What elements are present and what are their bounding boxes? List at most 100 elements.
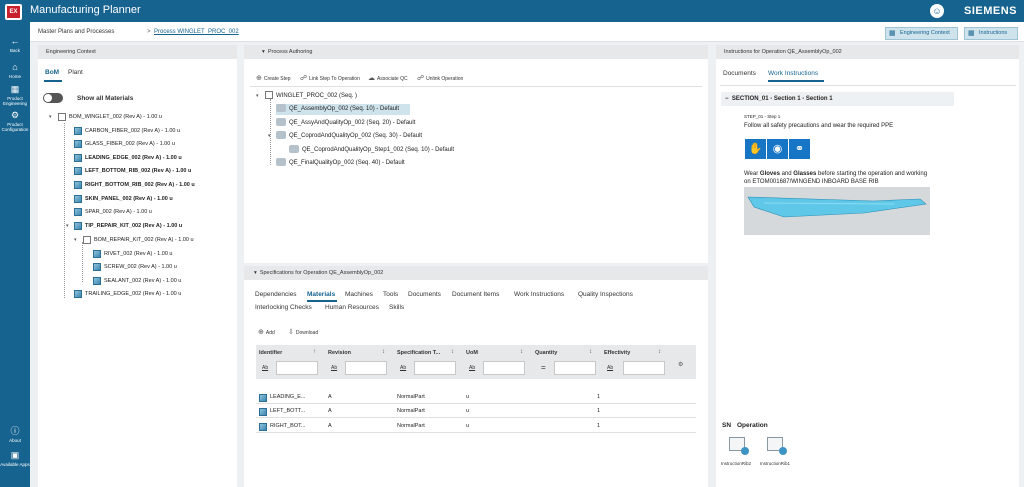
process-tree-row[interactable]: QE_CoprodAndQualityOp_Step1_002 (Seq. 10… <box>289 145 454 156</box>
tab-bom[interactable]: BoM <box>45 69 59 76</box>
user-icon[interactable]: ☺ <box>930 4 944 18</box>
filter-uom-input[interactable] <box>483 361 525 375</box>
process-tree-row[interactable]: QE_CoprodAndQualityOp_002 (Seq. 30) - De… <box>276 131 422 142</box>
back-icon: ← <box>10 36 20 46</box>
filter-spec-type-input[interactable] <box>414 361 456 375</box>
column-revision[interactable]: Revision <box>328 350 351 356</box>
column-identifier[interactable]: Identifier <box>259 350 282 356</box>
tab-work-instructions[interactable]: Work Instructions <box>768 70 818 77</box>
unlink-operation-button[interactable]: ☍ Unlink Operation <box>417 74 463 82</box>
filter-operator-icon[interactable]: Ab <box>400 365 406 371</box>
tab-skills[interactable]: Skills <box>389 304 404 311</box>
tab-human-resources[interactable]: Human Resources <box>325 304 379 311</box>
breadcrumb-root[interactable]: Master Plans and Processes <box>38 29 114 35</box>
collapse-icon[interactable]: ▾ <box>254 270 257 276</box>
create-step-button[interactable]: ⊕ Create Step <box>256 74 291 82</box>
process-tree-row-selected[interactable]: QE_AssemblyOp_002 (Seq. 10) - Default <box>276 104 410 115</box>
table-row[interactable]: LEADING_E... A NormalPart u 1 <box>256 390 696 404</box>
filter-equals-icon[interactable]: = <box>541 363 546 372</box>
sort-icon[interactable]: ↕ <box>520 349 523 355</box>
sort-icon[interactable]: ↑ <box>313 349 316 355</box>
bom-tree-row[interactable]: SKIN_PANEL_002 (Rev A) - 1.00 u <box>74 194 173 205</box>
associate-qc-button[interactable]: ☁ Associate QC <box>368 74 408 82</box>
collapse-icon[interactable]: − <box>725 96 729 102</box>
tab-work-instructions[interactable]: Work Instructions <box>514 291 564 298</box>
tab-materials[interactable]: Materials <box>307 291 335 298</box>
bom-tree-row[interactable]: CARBON_FIBER_002 (Rev A) - 1.00 u <box>74 126 180 137</box>
side-rail: ← Back ⌂ Home ▦ Product Engineering ⚙ Produc… <box>0 22 30 487</box>
bom-tree-row[interactable]: TRAILING_EDGE_002 (Rev A) - 1.00 u <box>74 289 181 300</box>
column-specification-type[interactable]: Specification T... <box>397 350 440 356</box>
tab-machines[interactable]: Machines <box>345 291 373 298</box>
bom-tree-row[interactable]: BOM_WINGLET_002 (Rev A) - 1.00 u <box>58 112 162 123</box>
instruction-item-label[interactable]: InstructionRib2 <box>721 461 751 466</box>
bom-tree-row[interactable]: RIVET_002 (Rev A) - 1.00 u <box>93 249 172 260</box>
show-all-materials-toggle[interactable] <box>43 93 63 103</box>
expand-toggle[interactable]: ▾ <box>74 237 77 243</box>
settings-icon[interactable]: ⚙ <box>678 361 683 368</box>
tab-interlocking-checks[interactable]: Interlocking Checks <box>255 304 312 311</box>
tab-dependencies[interactable]: Dependencies <box>255 291 297 298</box>
expand-toggle[interactable]: ▾ <box>268 133 271 139</box>
column-effectivity[interactable]: Effectivity <box>604 350 630 356</box>
table-row[interactable]: LEFT_BOTT... A NormalPart u 1 <box>256 404 696 418</box>
home-button[interactable]: ⌂ Home <box>0 62 30 79</box>
filter-operator-icon[interactable]: Ab <box>262 365 268 371</box>
about-button[interactable]: ⓘ About <box>0 426 30 443</box>
sort-icon[interactable]: ↕ <box>658 349 661 355</box>
part-icon <box>259 423 270 431</box>
sort-icon[interactable]: ↕ <box>589 349 592 355</box>
bom-tree-row[interactable]: SEALANT_002 (Rev A) - 1.00 u <box>93 276 181 287</box>
bom-tree-row[interactable]: LEADING_EDGE_002 (Rev A) - 1.00 u <box>74 153 182 164</box>
filter-operator-icon[interactable]: Ab <box>469 365 475 371</box>
filter-operator-icon[interactable]: Ab <box>607 365 613 371</box>
bom-tree-row[interactable]: RIGHT_BOTTOM_RIB_002 (Rev A) - 1.00 u <box>74 180 195 191</box>
table-row[interactable]: RIGHT_BOT... A NormalPart u 1 <box>256 419 696 433</box>
instruction-doc-icon[interactable] <box>729 437 749 455</box>
bom-tree-row[interactable]: LEFT_BOTTOM_RIB_002 (Rev A) - 1.00 u <box>74 166 191 177</box>
sort-icon[interactable]: ↕ <box>451 349 454 355</box>
link-step-button[interactable]: ☍ Link Step To Operation <box>300 74 360 82</box>
tab-documents[interactable]: Documents <box>723 70 756 77</box>
process-tree-row[interactable]: QE_FinalQualityOp_002 (Seq. 40) - Defaul… <box>276 158 405 169</box>
section-header[interactable]: − SECTION_01 - Section 1 - Section 1 <box>721 92 954 106</box>
instructions-button[interactable]: ▦ Instructions <box>964 27 1018 40</box>
bom-tree-row[interactable]: TIP_REPAIR_KIT_002 (Rev A) - 1.00 u <box>74 221 182 232</box>
filter-quantity-input[interactable] <box>554 361 596 375</box>
app-title: Manufacturing Planner <box>30 4 141 16</box>
filter-effectivity-input[interactable] <box>623 361 665 375</box>
breadcrumb-current[interactable]: Process WINGLET_PROC_002 <box>154 29 239 35</box>
collapse-icon[interactable]: ▾ <box>262 49 265 55</box>
filter-identifier-input[interactable] <box>276 361 318 375</box>
download-button[interactable]: ⇩ Download <box>288 328 318 336</box>
column-quantity[interactable]: Quantity <box>535 350 557 356</box>
process-tree-row[interactable]: QE_AssyAndQualityOp_002 (Seq. 20) - Defa… <box>276 118 415 129</box>
expand-toggle[interactable]: ▾ <box>49 114 52 120</box>
operation-icon <box>276 104 286 113</box>
add-button[interactable]: ⊕ Add <box>258 328 275 336</box>
ear-protection-sign-icon: ⚭ <box>789 139 810 159</box>
instruction-doc-icon[interactable] <box>767 437 787 455</box>
product-engineering-button[interactable]: ▦ Product Engineering <box>0 84 30 106</box>
filter-revision-input[interactable] <box>345 361 387 375</box>
available-apps-button[interactable]: ▣ Available Apps <box>0 450 30 467</box>
engineering-context-button[interactable]: ▦ Engineering Context <box>885 27 958 40</box>
tab-plant[interactable]: Plant <box>68 69 83 76</box>
column-uom[interactable]: UoM <box>466 350 478 356</box>
tab-quality-inspections[interactable]: Quality Inspections <box>578 291 633 298</box>
expand-toggle[interactable]: ▾ <box>256 93 259 99</box>
filter-operator-icon[interactable]: Ab <box>331 365 337 371</box>
product-configuration-button[interactable]: ⚙ Product Configuration <box>0 110 30 132</box>
tab-tools[interactable]: Tools <box>383 291 398 298</box>
sort-icon[interactable]: ↕ <box>382 349 385 355</box>
bom-tree-row[interactable]: BOM_REPAIR_KIT_002 (Rev A) - 1.00 u <box>83 235 194 246</box>
tab-document-items[interactable]: Document Items <box>452 291 499 298</box>
process-tree-row[interactable]: WINGLET_PROC_002 (Seq. ) <box>265 91 357 102</box>
instruction-item-label[interactable]: InstructionRib1 <box>760 461 790 466</box>
bom-tree-row[interactable]: SPAR_002 (Rev A) - 1.00 u <box>74 207 152 218</box>
expand-toggle[interactable]: ▾ <box>66 223 69 229</box>
bom-tree-row[interactable]: GLASS_FIBER_002 (Rev A) - 1.00 u <box>74 139 175 150</box>
bom-tree-row[interactable]: SCREW_002 (Rev A) - 1.00 u <box>93 262 177 273</box>
back-button[interactable]: ← Back <box>0 36 30 53</box>
tab-documents[interactable]: Documents <box>408 291 441 298</box>
